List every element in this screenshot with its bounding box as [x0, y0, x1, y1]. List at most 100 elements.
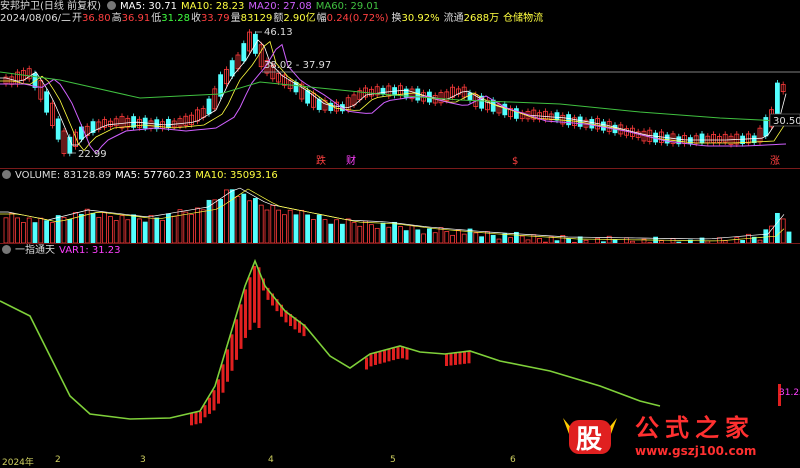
indicator-bar: [213, 390, 216, 410]
volume-bar: [248, 201, 252, 243]
volume-bars-group: [4, 190, 791, 243]
x-tick-2024: 2024年: [2, 455, 34, 468]
indicator-bar: [454, 353, 457, 365]
volume-bar: [114, 221, 118, 243]
volume-bar: [352, 223, 356, 243]
volume-bar: [259, 205, 263, 243]
volume-bar: [178, 210, 182, 243]
marker-up[interactable]: 涨: [770, 155, 780, 167]
volume-bar: [242, 194, 246, 243]
candle-body: [514, 109, 518, 119]
candle-body: [665, 135, 669, 143]
indicator-bar: [365, 358, 368, 370]
volume-bar: [68, 219, 72, 243]
volume-bar: [224, 190, 228, 243]
volume-bar: [468, 229, 472, 243]
indicator-bar: [397, 347, 400, 359]
volume-bar: [358, 226, 362, 243]
volume-bar: [456, 230, 460, 243]
volume-bar: [323, 220, 327, 243]
indicator-bar: [195, 412, 198, 424]
volume-bar: [427, 229, 431, 243]
peak-price-label: 46.13: [264, 27, 293, 38]
volume-bar: [166, 214, 170, 243]
volume-ma5-line: [0, 188, 784, 239]
volume-bar: [143, 222, 147, 243]
candle-body: [242, 44, 246, 61]
volume-bar: [422, 234, 426, 243]
indicator-bar: [253, 266, 256, 323]
volume-bar: [311, 219, 315, 243]
volume-ma-group: [0, 188, 784, 241]
x-tick-6: 6: [510, 455, 516, 465]
volume-bar: [288, 210, 292, 243]
indicator-bar: [190, 413, 193, 425]
kline-chart[interactable]: 46.13 22.99 38.02 - 37.97 30.50 跌 财 $ 涨: [0, 0, 800, 168]
indicator-bar: [217, 379, 220, 403]
volume-bar: [369, 225, 373, 243]
volume-bar: [195, 208, 199, 243]
indicator-bar: [374, 353, 377, 365]
volume-bar: [21, 222, 25, 243]
volume-bar: [27, 218, 31, 243]
volume-bar: [184, 212, 188, 243]
volume-bar: [265, 210, 269, 243]
marker-down[interactable]: 跌: [316, 154, 326, 167]
candle-body: [503, 104, 507, 115]
volume-bar: [404, 231, 408, 243]
volume-bar: [335, 220, 339, 243]
volume-bar: [340, 224, 344, 243]
volume-settings-icon[interactable]: [2, 170, 11, 179]
volume-bar: [230, 190, 234, 243]
indicator-bar: [240, 304, 243, 349]
volume-bar: [787, 232, 791, 243]
volume-bar: [108, 217, 112, 243]
candle-body: [230, 61, 234, 76]
candle-body: [775, 83, 779, 117]
right-price-label: 30.50: [773, 116, 800, 127]
volume-bar: [62, 218, 66, 244]
volume-bar: [137, 219, 141, 243]
volume-bar: [393, 222, 397, 243]
marker-dollar[interactable]: $: [512, 156, 518, 167]
indicator-bar: [370, 354, 373, 366]
marker-finance[interactable]: 财: [346, 154, 356, 167]
indicator-settings-icon[interactable]: [2, 245, 11, 254]
volume-bar: [213, 200, 217, 243]
indicator-bar: [235, 319, 238, 359]
volume-bar: [155, 218, 159, 243]
volume-bar: [462, 234, 466, 243]
volume-bar: [317, 215, 321, 243]
indicator-bar: [392, 348, 395, 360]
volume-bar: [45, 221, 49, 243]
volume-bar: [300, 210, 304, 243]
candle-body: [166, 119, 170, 127]
volume-bar: [161, 220, 165, 243]
indicator-bar: [406, 348, 409, 360]
watermark-url: www.gszj100.com: [635, 444, 756, 458]
volume-chart[interactable]: [0, 180, 800, 243]
volume-bar: [445, 231, 449, 243]
volume-bar: [433, 233, 437, 243]
watermark-logo: 股 公式之家 www.gszj100.com: [555, 410, 800, 460]
volume-bar: [236, 196, 240, 243]
volume-bar: [306, 215, 310, 243]
candle-body: [700, 134, 704, 143]
volume-bar: [277, 210, 281, 243]
volume-bar: [775, 213, 779, 243]
range-label: 38.02 - 37.97: [264, 60, 331, 71]
volume-bar: [503, 234, 507, 243]
volume-bar: [439, 228, 443, 243]
indicator-bar: [445, 354, 448, 366]
volume-bar: [39, 218, 43, 243]
volume-bar: [410, 226, 414, 243]
indicator-bar: [199, 411, 202, 423]
ma10-line: [0, 42, 786, 151]
indicator-bar: [208, 398, 211, 414]
x-tick-3: 3: [140, 455, 146, 465]
volume-bar: [4, 218, 8, 243]
indicator-bar: [463, 352, 466, 364]
volume-bar: [16, 218, 20, 243]
indicator-bar: [244, 289, 247, 338]
indicator-name[interactable]: 一指通天: [15, 245, 55, 256]
